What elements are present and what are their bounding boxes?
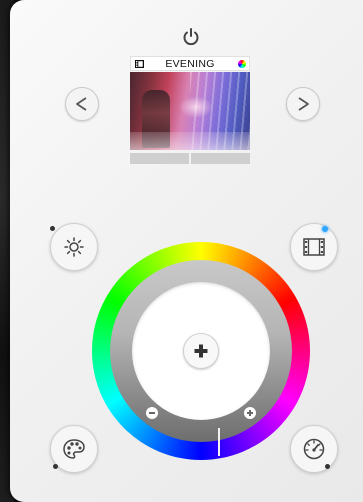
next-scene-button[interactable]: [286, 87, 320, 121]
indicator-dot: [325, 464, 330, 469]
active-indicator-dot: [322, 226, 328, 232]
film-icon: [135, 60, 144, 68]
plus-icon: [194, 344, 208, 358]
scene-tab-left[interactable]: [130, 153, 189, 164]
minus-icon: [149, 412, 155, 414]
scene-title: EVENING: [165, 57, 215, 70]
brightness-icon: [64, 237, 84, 257]
color-wheel-icon: [238, 60, 246, 68]
speedometer-icon: [303, 438, 325, 460]
indicator-dot: [50, 226, 55, 231]
add-color-button[interactable]: [183, 333, 219, 369]
previous-scene-button[interactable]: [65, 87, 99, 121]
palette-icon: [63, 439, 85, 459]
brightness-button[interactable]: [50, 223, 98, 271]
color-wheel: [92, 242, 310, 460]
scene-card: EVENING: [130, 56, 250, 166]
scene-header: EVENING: [130, 56, 250, 71]
plus-icon: [247, 410, 253, 416]
palette-button[interactable]: [50, 425, 98, 473]
controller-panel: EVENING: [10, 0, 363, 502]
decrease-button[interactable]: [146, 407, 158, 419]
chevron-right-icon: [298, 97, 309, 111]
chevron-left-icon: [76, 97, 87, 111]
power-button[interactable]: [180, 26, 202, 48]
scene-preview-image[interactable]: [130, 72, 250, 150]
power-icon: [183, 28, 199, 46]
increase-button[interactable]: [244, 407, 256, 419]
scene-tab-right[interactable]: [191, 153, 250, 164]
speed-button[interactable]: [290, 425, 338, 473]
indicator-dot: [53, 464, 58, 469]
